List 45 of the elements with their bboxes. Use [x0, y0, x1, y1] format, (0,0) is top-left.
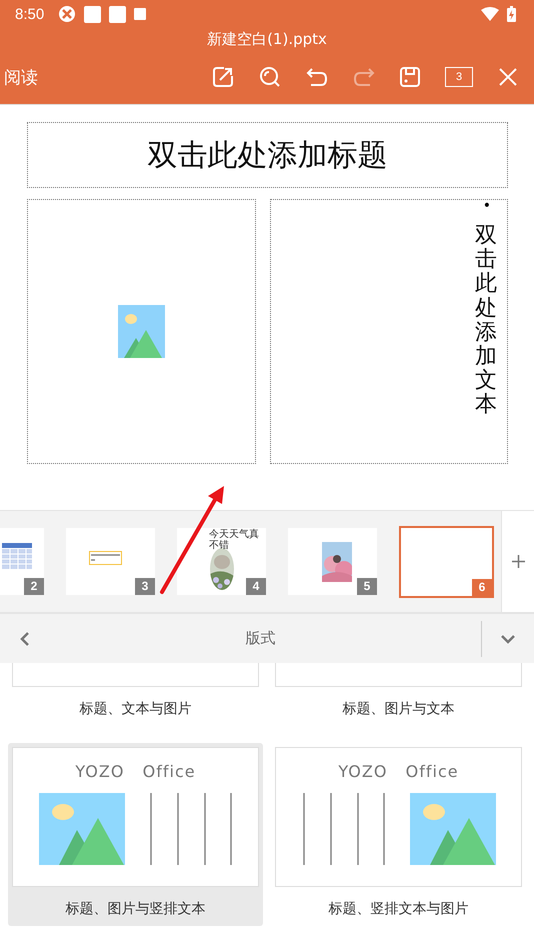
slide-thumbnail[interactable]: 今天天气真 不错 4: [177, 528, 266, 595]
app-notification-icon: [58, 5, 76, 23]
text-box-drawing: [89, 550, 122, 564]
image-icon: [38, 793, 124, 865]
edit-icon[interactable]: [212, 66, 234, 88]
layout-option[interactable]: 标题、文本与图片: [8, 663, 263, 731]
collapse-icon[interactable]: [500, 634, 516, 644]
thumbnail-caption: 不错: [209, 540, 229, 551]
slide-number-badge: 4: [246, 578, 266, 595]
save-icon[interactable]: [400, 67, 420, 87]
layout-name: 标题、图片与竖排文本: [66, 900, 206, 918]
image-icon: [410, 793, 496, 865]
slide-number-badge: 5: [357, 578, 377, 595]
layout-name: 标题、竖排文本与图片: [328, 900, 468, 918]
clock: 8:50: [15, 6, 44, 22]
table-drawing: [2, 542, 32, 568]
layout-heading: YOZO Office: [75, 762, 196, 781]
thumbnail-caption: 今天天气真: [209, 529, 259, 540]
wifi-icon: [481, 7, 499, 21]
layout-option[interactable]: YOZO Office 标题、竖排文本与图片: [271, 743, 526, 926]
bullet: •: [482, 198, 491, 214]
layout-heading: YOZO Office: [338, 762, 459, 781]
slide-number-badge: 2: [24, 578, 44, 595]
title-placeholder[interactable]: 双击此处添加标题: [27, 122, 508, 188]
panel-title: 版式: [244, 629, 276, 648]
slide-thumbnail[interactable]: 3: [66, 528, 155, 595]
document-title: 新建空白(1).pptx: [206, 29, 328, 50]
plus-icon: [512, 555, 524, 568]
notification-icon: [84, 6, 102, 22]
layout-option[interactable]: YOZO Office 标题、图片与竖排文本: [8, 743, 263, 926]
slide-number-badge: 3: [135, 578, 155, 595]
slide-thumbnail[interactable]: 2: [0, 528, 44, 595]
notification-icon: [109, 6, 126, 22]
slide-thumbnail[interactable]: 5: [288, 528, 377, 595]
slide-number-badge: 6: [472, 578, 492, 596]
text-placeholder[interactable]: • 双击此处添加文本: [270, 199, 508, 464]
undo-icon[interactable]: [306, 67, 328, 87]
layout-name: 标题、文本与图片: [80, 700, 192, 718]
layout-name: 标题、图片与文本: [342, 700, 454, 718]
battery-icon: [507, 6, 516, 22]
search-icon[interactable]: [259, 66, 281, 88]
image-icon: [118, 305, 165, 358]
back-icon[interactable]: [20, 630, 30, 646]
layout-option[interactable]: 标题、图片与文本: [271, 663, 526, 731]
close-icon[interactable]: [498, 67, 518, 87]
